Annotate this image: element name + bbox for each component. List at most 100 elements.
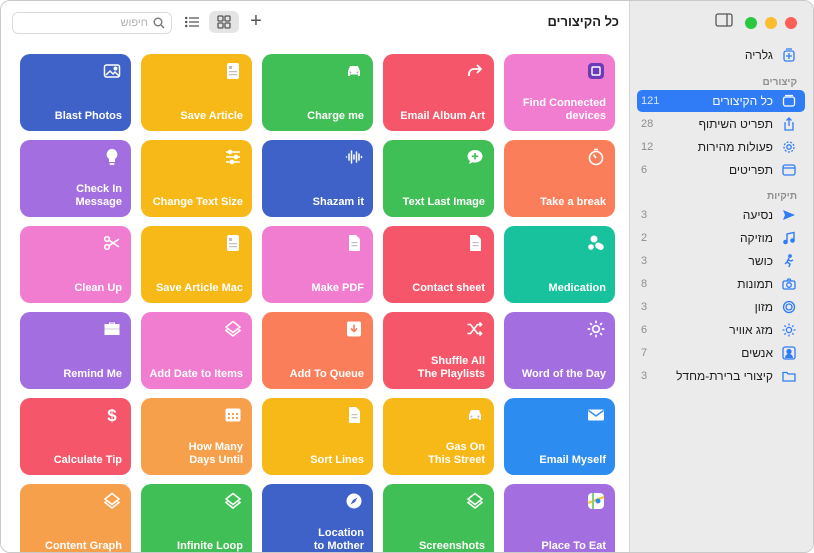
shortcut-tile-label: Gas On This Street bbox=[428, 441, 485, 466]
sidebar-item[interactable]: תמונות 8 bbox=[637, 273, 805, 295]
sidebar-item-label: מזג אוויר bbox=[729, 323, 773, 337]
shortcut-tile[interactable]: Shazam it bbox=[262, 140, 373, 217]
shortcut-tile[interactable]: Save Article bbox=[141, 54, 252, 131]
pills-icon bbox=[587, 234, 605, 252]
sidebar-item-count: 6 bbox=[641, 164, 648, 176]
shortcut-tile[interactable]: Email Album Art bbox=[383, 54, 494, 131]
document-icon bbox=[224, 234, 242, 252]
shortcut-tile[interactable]: Medication bbox=[504, 226, 615, 303]
sidebar-item[interactable]: תפריט השיתוף 28 bbox=[637, 113, 805, 135]
forward-arrow-icon bbox=[466, 62, 484, 80]
sidebar-item[interactable]: כושר 3 bbox=[637, 250, 805, 272]
shortcut-tile-label: Shuffle All The Playlists bbox=[417, 355, 485, 380]
shortcut-tile[interactable]: Screenshots bbox=[383, 484, 494, 552]
folder-icon bbox=[779, 369, 799, 383]
sidebar-item-count: 7 bbox=[641, 347, 648, 359]
sidebar-item-label: תמונות bbox=[737, 277, 773, 291]
grid-icon bbox=[217, 15, 231, 29]
sidebar-item-gallery[interactable]: גלריה bbox=[637, 44, 805, 66]
person-icon bbox=[779, 346, 799, 360]
shortcut-tile[interactable]: Place To Eat bbox=[504, 484, 615, 552]
shortcut-tile[interactable]: Add Date to Items bbox=[141, 312, 252, 389]
shortcut-tile-label: Find Connected devices bbox=[522, 97, 606, 122]
shortcut-tile-label: Location to Mother bbox=[313, 527, 364, 552]
shortcuts-window: כל הקיצורים + Blast Photos Save Article Ch… bbox=[0, 0, 814, 553]
shortcut-tile[interactable]: Make PDF bbox=[262, 226, 373, 303]
sidebar-item-count: 3 bbox=[641, 255, 648, 267]
waveform-icon bbox=[345, 148, 363, 166]
shortcut-tile-label: Medication bbox=[548, 282, 606, 294]
add-shortcut-button[interactable]: + bbox=[247, 11, 265, 32]
shortcut-tile[interactable]: Change Text Size bbox=[141, 140, 252, 217]
sidebar-toggle-button[interactable] bbox=[713, 13, 733, 31]
sidebar-item-label: כל הקיצורים bbox=[712, 94, 773, 108]
sidebar-item[interactable]: כל הקיצורים 121 bbox=[637, 90, 805, 112]
shortcut-tile[interactable]: Clean Up bbox=[20, 226, 131, 303]
shortcut-tile-label: Calculate Tip bbox=[53, 454, 122, 466]
shortcut-tile[interactable]: Take a break bbox=[504, 140, 615, 217]
shortcut-tile[interactable]: How Many Days Until bbox=[141, 398, 252, 475]
shortcut-tile-label: Make PDF bbox=[311, 282, 364, 294]
shortcut-tile[interactable]: $ Calculate Tip bbox=[20, 398, 131, 475]
sidebar-item-label: מוזיקה bbox=[739, 231, 773, 245]
shortcut-tile[interactable]: Contact sheet bbox=[383, 226, 494, 303]
minimize-button[interactable] bbox=[765, 17, 777, 29]
search-field[interactable] bbox=[12, 12, 172, 34]
layers-icon bbox=[103, 492, 121, 510]
sidebar-item[interactable]: מזון 3 bbox=[637, 296, 805, 318]
sidebar-icon bbox=[715, 13, 733, 27]
shortcut-tile[interactable]: Gas On This Street bbox=[383, 398, 494, 475]
grid-view-button[interactable] bbox=[209, 11, 239, 33]
shortcut-tile[interactable]: Shuffle All The Playlists bbox=[383, 312, 494, 389]
sidebar-item-count: 2 bbox=[641, 232, 648, 244]
sun-icon bbox=[587, 320, 605, 338]
shortcut-tile-label: Check In Message bbox=[75, 183, 122, 208]
shortcuts-grid: Blast Photos Save Article Charge me Email A… bbox=[20, 54, 615, 552]
folders-section-header: תיקיות bbox=[767, 191, 797, 202]
sun-icon bbox=[779, 323, 799, 337]
compass-icon bbox=[345, 492, 363, 510]
shortcut-tile-label: Email Myself bbox=[539, 454, 606, 466]
sidebar-item-label: תפריט השיתוף bbox=[698, 117, 773, 131]
list-view-button[interactable] bbox=[183, 13, 201, 31]
shortcut-tile[interactable]: Text Last Image bbox=[383, 140, 494, 217]
shortcut-tile[interactable]: Blast Photos bbox=[20, 54, 131, 131]
sidebar-item-count: 6 bbox=[641, 324, 648, 336]
sliders-icon bbox=[224, 148, 242, 166]
shortcut-tile[interactable]: Save Article Mac bbox=[141, 226, 252, 303]
shortcut-tile[interactable]: Add To Queue bbox=[262, 312, 373, 389]
shortcut-tile[interactable]: Sort Lines bbox=[262, 398, 373, 475]
sidebar-item[interactable]: מוזיקה 2 bbox=[637, 227, 805, 249]
sidebar-item-label: קיצורי ברירת-מחדל bbox=[676, 369, 773, 383]
sidebar: גלריה קיצורים כל הקיצורים 121 תפריט השיתוף… bbox=[629, 1, 813, 552]
shortcut-tile[interactable]: Charge me bbox=[262, 54, 373, 131]
search-input[interactable] bbox=[28, 17, 148, 29]
zoom-button[interactable] bbox=[745, 17, 757, 29]
shortcut-tile[interactable]: Infinite Loop bbox=[141, 484, 252, 552]
sidebar-item-count: 3 bbox=[641, 301, 648, 313]
shortcut-tile[interactable]: Remind Me bbox=[20, 312, 131, 389]
shortcut-tile[interactable]: Word of the Day bbox=[504, 312, 615, 389]
sidebar-item[interactable]: פעולות מהירות 12 bbox=[637, 136, 805, 158]
sidebar-item[interactable]: נסיעה 3 bbox=[637, 204, 805, 226]
sidebar-item[interactable]: מזג אוויר 6 bbox=[637, 319, 805, 341]
shortcut-tile[interactable]: Content Graph bbox=[20, 484, 131, 552]
shortcut-tile[interactable]: Check In Message bbox=[20, 140, 131, 217]
sidebar-item-label: גלריה bbox=[744, 48, 773, 62]
shortcut-tile[interactable]: Email Myself bbox=[504, 398, 615, 475]
sidebar-item[interactable]: קיצורי ברירת-מחדל 3 bbox=[637, 365, 805, 387]
sidebar-item[interactable]: אנשים 7 bbox=[637, 342, 805, 364]
shortcut-tile-label: Clean Up bbox=[74, 282, 122, 294]
sidebar-item-count: 3 bbox=[641, 209, 648, 221]
shortcut-tile[interactable]: Find Connected devices bbox=[504, 54, 615, 131]
camera-icon bbox=[779, 277, 799, 291]
shortcut-tile[interactable]: Location to Mother bbox=[262, 484, 373, 552]
sidebar-item-label: נסיעה bbox=[742, 208, 773, 222]
page-title: כל הקיצורים bbox=[547, 14, 619, 29]
layers-icon bbox=[224, 320, 242, 338]
shortcut-tile-label: Blast Photos bbox=[54, 110, 122, 122]
sidebar-item[interactable]: תפריטים 6 bbox=[637, 159, 805, 181]
shortcuts-section-header: קיצורים bbox=[762, 77, 797, 88]
page-icon bbox=[345, 234, 363, 252]
close-button[interactable] bbox=[785, 17, 797, 29]
